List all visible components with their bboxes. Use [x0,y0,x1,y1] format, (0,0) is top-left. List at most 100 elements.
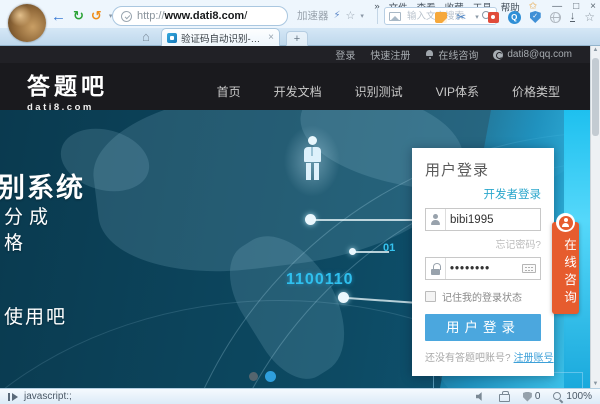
tab-favicon [167,32,177,43]
login-title: 用户登录 [425,162,490,179]
address-bar[interactable]: http://www.dati8.com/ [112,6,288,26]
register-account-link[interactable]: 注册账号 [514,353,554,364]
logo-name: 答题吧 [27,74,108,100]
slider-dot-1[interactable] [249,372,258,381]
url-host: www.dati8.com [164,10,245,22]
soft-keyboard-icon[interactable] [522,264,536,273]
toolbar-icons: ✂ ▾ Q ✓ ↓ ☆ [435,8,595,26]
main-navigation: 首页 开发文档 识别测试 VIP体系 价格类型 [217,83,560,100]
user-icon [430,214,441,225]
favorites-star-icon[interactable]: ☆ [584,10,595,24]
binary-text: 1100110 [286,271,354,288]
scissors-screenshot-icon[interactable]: ✂ [456,11,466,23]
url-text: http://www.dati8.com/ [137,10,247,22]
refresh-button[interactable]: ↻ [73,8,84,24]
slide-text-line3: 格 [4,233,24,254]
person-icon [283,124,341,198]
username-icon-box [426,209,446,230]
nav-item-home[interactable]: 首页 [217,83,241,100]
lightning-icon[interactable]: ⚡ [334,10,341,21]
nav-item-docs[interactable]: 开发文档 [274,83,322,100]
shield-counter[interactable]: 0 [522,391,541,402]
hero-banner: 别系统 分成 格 使用吧 01 1100110 用户登录 开发者登录 bibi1… [0,110,590,388]
lock-icon [430,262,441,275]
tab-close-icon[interactable]: × [268,32,274,43]
download-icon[interactable]: ↓ [569,10,576,23]
image-search-icon[interactable] [389,11,401,21]
slide-text-line4: 使用吧 [4,307,68,328]
username-input[interactable] [446,213,540,226]
status-bar: javascript:; 0 100% [0,388,600,404]
status-right: 0 100% [475,391,592,402]
accelerator-label[interactable]: 加速器 [297,8,329,23]
red-app-icon[interactable] [487,11,499,23]
user-avatar[interactable] [8,4,46,42]
shield-count: 0 [534,391,541,402]
status-left: javascript:; [8,391,72,402]
network-globe-icon[interactable] [549,11,561,23]
online-service-label: 在线咨询 [438,51,479,62]
developer-login-link[interactable]: 开发者登录 [425,186,542,202]
status-link-text: javascript:; [24,391,72,402]
slider-dot-2-active[interactable] [265,371,276,382]
nav-item-vip[interactable]: VIP体系 [436,83,479,100]
scrollbar-thumb[interactable] [592,58,599,136]
online-service-link[interactable]: 在线咨询 [425,47,478,62]
accelerator-dropdown-icon[interactable]: ▾ [360,12,364,20]
site-info-icon[interactable] [121,10,132,22]
remember-me-row: 记住我的登录状态 [425,289,541,304]
forgot-password-link[interactable]: 忘记密码? [425,236,541,251]
online-service-widget[interactable]: 在线咨询 [552,213,579,314]
zoom-magnifier-icon [553,391,563,402]
briefcase-icon[interactable] [498,391,510,402]
register-prompt: 还没有答题吧账号? 注册账号 [425,349,554,364]
url-path: / [244,10,248,22]
new-tab-button[interactable]: + [286,31,308,46]
login-submit-button[interactable]: 用户登录 [425,314,541,341]
undo-close-button[interactable]: ↺ [91,8,102,24]
service-person-icon [558,215,573,230]
contact-email-text: dati8@qq.com [507,49,572,60]
remember-label: 记住我的登录状态 [442,293,522,304]
service-badge [556,213,575,232]
bell-icon [425,50,434,59]
slider-dots [249,371,276,382]
nav-item-test[interactable]: 识别测试 [355,83,403,100]
password-icon-box [426,258,446,279]
zoom-level: 100% [566,391,592,402]
qq-contact-icon [493,49,504,60]
no-account-text: 还没有答题吧账号? [425,353,511,364]
scroll-down-icon[interactable]: ▼ [591,381,600,387]
home-icon[interactable]: ⌂ [142,29,150,45]
username-row [425,208,541,231]
folder-icon[interactable] [435,11,448,23]
contact-email[interactable]: dati8@qq.com [493,49,572,60]
nav-item-pricing[interactable]: 价格类型 [512,83,560,100]
site-header: 答题吧 dati8.com 首页 开发文档 识别测试 VIP体系 价格类型 [0,63,590,113]
browser-window: » 文件 查看 收藏 工具 帮助 ✩ — □ × ← ↻ ↺ ▾ http://… [0,0,600,404]
remember-checkbox[interactable] [425,291,436,302]
bookmark-star-icon[interactable]: ☆ [346,9,356,22]
security-shield-icon[interactable]: ✓ [529,11,541,23]
back-button[interactable]: ← [51,8,66,25]
quick-register-link[interactable]: 快速注册 [370,47,410,62]
zoom-control[interactable]: 100% [553,391,592,402]
qq-account-icon[interactable]: Q [507,10,521,24]
service-widget-label: 在线咨询 [562,238,576,308]
slide-text-line2: 分成 [4,207,55,228]
speaker-icon[interactable] [475,392,482,401]
status-shield-icon [522,391,532,402]
navigation-buttons: ← ↻ ↺ ▾ [51,5,112,27]
active-tab[interactable]: 验证码自动识别-远程打 × [161,28,280,46]
accelerator-control: 加速器 ⚡ ☆ ▾ [297,8,364,23]
site-utility-bar: 登录 快速注册 在线咨询 dati8@qq.com [0,46,590,63]
toolbar-divider [377,8,378,24]
browser-chrome: » 文件 查看 收藏 工具 帮助 ✩ — □ × ← ↻ ↺ ▾ http://… [0,0,600,46]
tab-bar: ⌂ 验证码自动识别-远程打 × + [0,28,600,46]
page-scrollbar[interactable]: ▲ ▼ [590,46,600,388]
site-logo[interactable]: 答题吧 dati8.com [27,67,108,113]
url-scheme: http:// [137,10,165,22]
scroll-up-icon[interactable]: ▲ [591,47,600,53]
screenshot-dropdown-icon[interactable]: ▾ [475,13,479,21]
login-link[interactable]: 登录 [335,47,355,62]
